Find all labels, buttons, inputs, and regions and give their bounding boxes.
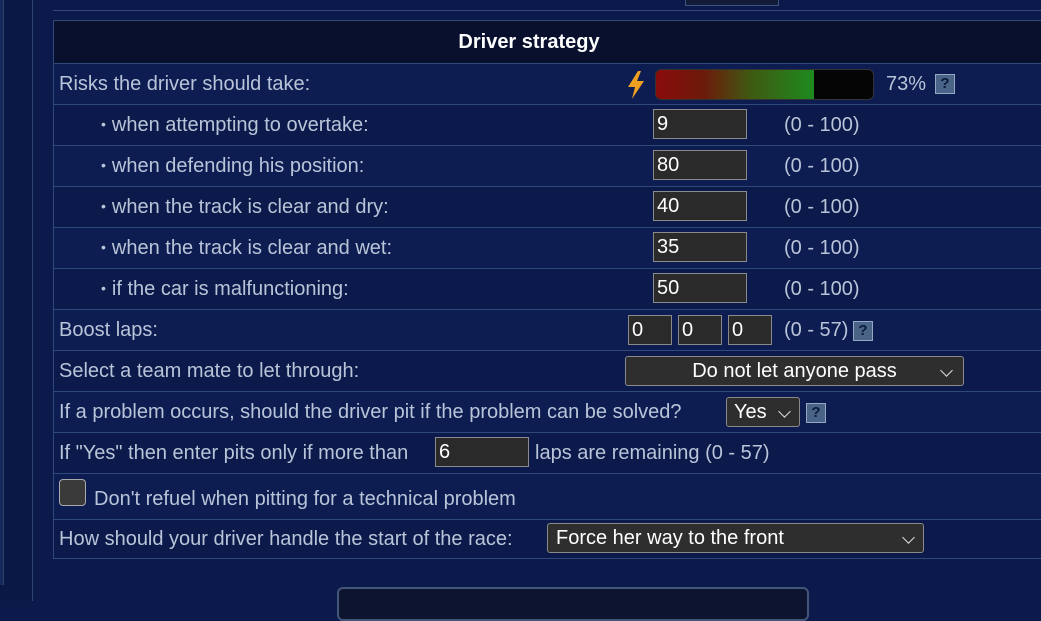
risk-row-range: (0 - 100) [784,277,860,300]
left-rail-edge [0,0,4,585]
chevron-down-icon [902,531,915,544]
risk-row-malfunction: if the car is malfunctioning: (0 - 100) [54,269,1041,310]
section-title: Driver strategy [458,30,600,53]
teammate-label: Select a team mate to let through: [59,359,360,382]
risks-label: Risks the driver should take: [59,72,311,95]
wet-risk-input[interactable] [653,232,747,262]
risk-slider[interactable] [655,69,874,100]
risk-row-range: (0 - 100) [784,154,860,177]
race-start-selected: Force her way to the front [556,527,784,549]
submit-button[interactable] [337,587,809,621]
risk-row-range: (0 - 100) [784,236,860,259]
risk-row-wet: when the track is clear and wet: (0 - 10… [54,228,1041,269]
section-header: Driver strategy [54,20,1041,64]
boost-laps-label: Boost laps: [59,318,158,341]
boost-help-icon[interactable]: ? [853,321,873,341]
race-start-label: How should your driver handle the start … [59,527,513,550]
race-start-select[interactable]: Force her way to the front [547,523,924,553]
teammate-select[interactable]: Do not let anyone pass [625,356,964,386]
pit-problem-select[interactable]: Yes [726,397,800,427]
risks-help-icon[interactable]: ? [935,74,955,94]
malfunction-risk-input[interactable] [653,273,747,303]
no-refuel-checkbox[interactable] [59,479,86,506]
overtake-risk-input[interactable] [653,109,747,139]
no-refuel-row: Don't refuel when pitting for a technica… [54,474,1041,520]
chevron-down-icon [778,405,791,418]
pit-problem-label: If a problem occurs, should the driver p… [59,400,682,423]
pit-laps-input[interactable] [435,437,529,467]
boost-laps-row: Boost laps: (0 - 57) ? [54,310,1041,351]
risk-slider-fill [656,70,815,99]
pit-problem-selected: Yes [734,401,767,423]
risk-row-label: when attempting to overtake: [101,114,369,137]
pit-laps-prefix: If "Yes" then enter pits only if more th… [59,441,409,464]
risk-row-label: when the track is clear and wet: [101,237,392,260]
risk-row-range: (0 - 100) [784,113,860,136]
previous-section-remnant [53,0,1041,11]
teammate-row: Select a team mate to let through: Do no… [54,351,1041,392]
risk-row-defend: when defending his position: (0 - 100) [54,146,1041,187]
risk-row-label: when defending his position: [101,155,364,178]
boost-lap-3-input[interactable] [728,315,772,345]
risks-row: Risks the driver should take: 73% ? [54,64,1041,105]
risk-percent: 73% [886,72,927,95]
risk-row-overtake: when attempting to overtake: (0 - 100) [54,105,1041,146]
dry-risk-input[interactable] [653,191,747,221]
pit-laps-suffix: laps are remaining (0 - 57) [535,441,770,464]
defend-risk-input[interactable] [653,150,747,180]
risk-row-label: when the track is clear and dry: [101,196,389,219]
no-refuel-label: Don't refuel when pitting for a technica… [94,488,516,510]
chevron-down-icon [940,364,953,377]
lightning-bolt-icon [628,71,644,99]
boost-laps-range: (0 - 57) [784,318,849,341]
risk-row-dry: when the track is clear and dry: (0 - 10… [54,187,1041,228]
risk-row-label: if the car is malfunctioning: [101,278,349,301]
boost-lap-1-input[interactable] [628,315,672,345]
previous-input-stub [685,0,779,6]
left-rail [0,0,33,601]
pit-laps-row: If "Yes" then enter pits only if more th… [54,433,1041,474]
pit-problem-row: If a problem occurs, should the driver p… [54,392,1041,433]
race-start-row: How should your driver handle the start … [54,520,1041,559]
risk-row-range: (0 - 100) [784,195,860,218]
teammate-selected: Do not let anyone pass [692,360,897,382]
pit-problem-help-icon[interactable]: ? [806,403,826,423]
driver-strategy-panel: Driver strategy Risks the driver should … [53,20,1041,559]
boost-lap-2-input[interactable] [678,315,722,345]
